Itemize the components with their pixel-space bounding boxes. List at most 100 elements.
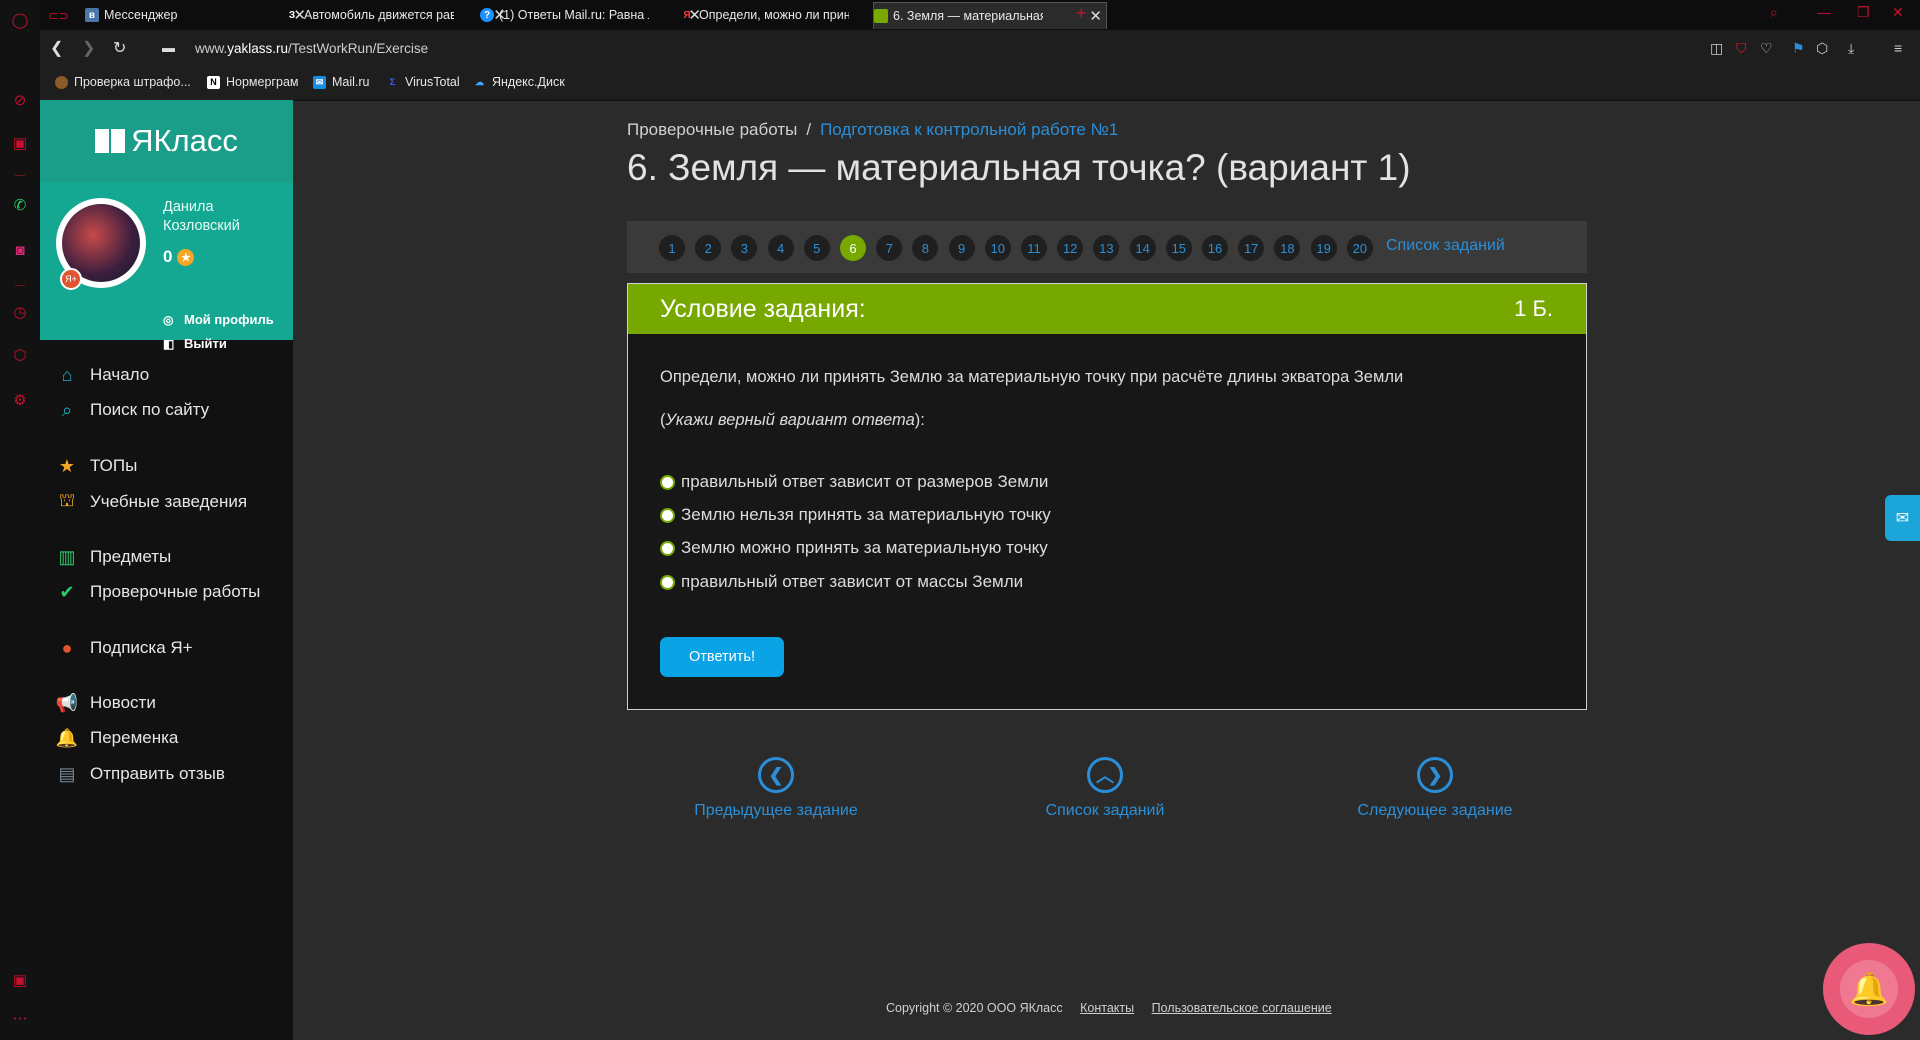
answer-option[interactable]: правильный ответ зависит от размеров Зем… [660,472,1048,492]
chevron-up-icon[interactable]: ︿ [1087,757,1123,793]
tab-znanija[interactable]: З Автомобиль движется равномерно ✕ [285,2,510,28]
task-list-link[interactable]: Список заданий [1386,237,1505,255]
flag-icon[interactable]: ⚑ [1792,40,1805,57]
next-task-nav[interactable]: ❯ Следующее задание [1335,757,1535,820]
bookmark-nomergram[interactable]: N Нормерграм [207,75,299,89]
pager-page-12[interactable]: 12 [1057,235,1084,261]
sidebar-setup-icon[interactable]: ▣ [10,970,30,990]
forward-icon[interactable]: ❯ [82,38,95,58]
pager-page-5[interactable]: 5 [803,235,830,261]
reload-icon[interactable]: ↻ [113,38,126,58]
task-list-nav[interactable]: ︿ Список заданий [1005,757,1205,820]
pager-page-9[interactable]: 9 [948,235,975,261]
tab-mailru-answers[interactable]: ? (1) Ответы Mail.ru: Равна ли ✕ [480,2,705,28]
site-logo[interactable]: ЯКласс [40,100,293,182]
radio-button[interactable] [660,474,675,490]
vpn-shield-icon[interactable]: ⛉ [1736,40,1747,57]
pager-page-8[interactable]: 8 [912,235,939,261]
new-tab-icon[interactable]: + [1076,3,1087,24]
speed-dial-icon[interactable]: ⊘ [10,90,30,110]
url-field[interactable]: www.yaklass.ru/TestWorkRun/Exercise [195,41,428,56]
address-bar: ❮ ❯ ↻ ▬ www.yaklass.ru/TestWorkRun/Exerc… [40,30,1920,66]
sidebar-item-news[interactable]: 📢 Новости [56,692,156,714]
tab-messenger[interactable]: в Мессенджер ✕ [85,2,310,28]
breadcrumb-root[interactable]: Проверочные работы [627,120,797,139]
sidebar-item-search[interactable]: ⌕ Поиск по сайту [56,399,209,421]
logout-link[interactable]: ◧ Выйти [163,336,227,351]
opera-logo-icon[interactable]: ◯ [10,10,30,30]
agreement-link[interactable]: Пользовательское соглашение [1152,1001,1332,1015]
pager-page-19[interactable]: 19 [1310,235,1337,261]
sidebar-item-schools[interactable]: ⛫ Учебные заведения [56,490,247,513]
history-icon[interactable]: ◷ [10,302,30,322]
pager-page-4[interactable]: 4 [767,235,794,261]
pager-page-20[interactable]: 20 [1346,235,1373,261]
snapshot-icon[interactable]: ◫ [1710,40,1723,57]
heart-icon[interactable]: ♡ [1760,40,1773,57]
answer-option[interactable]: правильный ответ зависит от массы Земли [660,572,1023,592]
notification-bell-button[interactable]: 🔔 [1823,943,1915,1035]
my-profile-link[interactable]: ◎ Мой профиль [163,312,274,327]
bookmark-fines[interactable]: Проверка штрафо... [55,75,191,89]
minimize-icon[interactable]: — [1817,4,1831,20]
user-name: Данила Козловский [163,199,240,234]
sidebar-item-home[interactable]: ⌂ Начало [56,364,150,386]
extensions-icon[interactable]: ⬡ [1816,40,1828,57]
sidebar-item-subjects[interactable]: ▥ Предметы [56,546,171,568]
restore-icon[interactable]: ❐ [1857,4,1870,21]
feedback-mail-icon[interactable]: ✉ [1885,495,1920,541]
sidebar-item-subscription[interactable]: ● Подписка Я+ [56,637,193,659]
gx-icon[interactable]: ⊂⊃ [48,2,78,28]
sidebar-item-break[interactable]: 🔔 Переменка [56,727,179,749]
download-icon[interactable]: ⤓ [1848,40,1854,57]
bookmark-yandex-disk[interactable]: ☁ Яндекс.Диск [473,75,565,89]
search-tabs-icon[interactable]: ⌕ [1770,4,1778,21]
breadcrumb-current-link[interactable]: Подготовка к контрольной работе №1 [820,120,1118,139]
tab-yandex[interactable]: Я Определи, можно ли принять ✕ [680,2,905,28]
submit-answer-button[interactable]: Ответить! [660,637,784,677]
more-icon[interactable]: ⋯ [10,1008,30,1028]
menu-icon[interactable]: ≡ [1894,40,1902,56]
answer-option[interactable]: Землю можно принять за материальную точк… [660,538,1048,558]
pager-page-13[interactable]: 13 [1093,235,1120,261]
settings-icon[interactable]: ⚙ [10,390,30,410]
task-hint: (Укажи верный вариант ответа): [660,411,925,429]
pager-page-11[interactable]: 11 [1021,235,1047,261]
pager-page-10[interactable]: 10 [984,235,1011,261]
back-icon[interactable]: ❮ [50,38,63,58]
pager-page-1[interactable]: 1 [659,235,685,261]
radio-button[interactable] [660,574,675,590]
sidebar-item-tests[interactable]: ✔ Проверочные работы [56,581,260,603]
cube-icon[interactable]: ⬡ [10,345,30,365]
bookmark-mailru[interactable]: ✉ Mail.ru [313,75,370,89]
task-card: Условие задания: 1 Б. Определи, можно ли… [627,283,1587,710]
pager-page-16[interactable]: 16 [1202,235,1228,261]
close-tab-icon[interactable]: ✕ [1089,7,1102,25]
chevron-right-icon[interactable]: ❯ [1417,757,1453,793]
whatsapp-icon[interactable]: ✆ [10,195,30,215]
chevron-left-icon[interactable]: ❮ [758,757,794,793]
instagram-icon[interactable]: ◙ [10,240,30,260]
pager-page-14[interactable]: 14 [1129,235,1156,261]
tab-yaklass-active[interactable]: 6. Земля — материальная точка ✕ [873,2,1107,29]
radio-button[interactable] [660,540,675,556]
close-window-icon[interactable]: ✕ [1892,4,1904,21]
pager-page-7[interactable]: 7 [876,235,903,261]
task-question: Определи, можно ли принять Землю за мате… [660,368,1404,386]
sidebar-item-tops[interactable]: ★ ТОПы [56,455,137,477]
contacts-link[interactable]: Контакты [1080,1001,1134,1015]
bookmark-virustotal[interactable]: Σ VirusTotal [386,75,460,89]
twitch-icon[interactable]: ▣ [10,133,30,153]
pager-page-3[interactable]: 3 [731,235,758,261]
pager-page-15[interactable]: 15 [1165,235,1192,261]
pager-page-18[interactable]: 18 [1274,235,1301,261]
sidebar-item-feedback[interactable]: ▤ Отправить отзыв [56,763,224,785]
prev-task-nav[interactable]: ❮ Предыдущее задание [676,757,876,820]
radio-button[interactable] [660,507,675,523]
tab-bar: ⊂⊃ в Мессенджер ✕ З Автомобиль движется … [40,0,1920,30]
pager-page-6[interactable]: 6 [840,235,866,261]
pager-page-2[interactable]: 2 [695,235,722,261]
pager-page-17[interactable]: 17 [1238,235,1265,261]
star-icon: ★ [58,455,76,476]
answer-option[interactable]: Землю нельзя принять за материальную точ… [660,505,1051,525]
